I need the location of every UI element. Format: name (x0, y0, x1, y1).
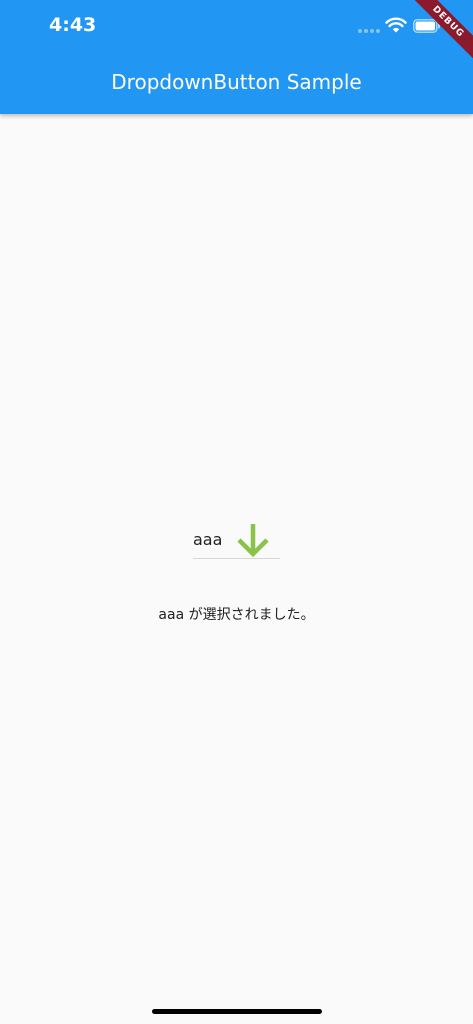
status-time: 4:43 (49, 14, 97, 36)
app-title: DropdownButton Sample (111, 70, 362, 94)
wifi-icon (385, 17, 407, 33)
dropdown-selected-value: aaa (193, 530, 223, 549)
arrow-down-icon (237, 524, 269, 558)
dropdown-button[interactable]: aaa (193, 518, 280, 559)
home-indicator[interactable] (152, 1009, 322, 1014)
signal-icon (358, 29, 380, 33)
selection-result-text: aaa が選択されました。 (158, 607, 315, 623)
debug-banner: DEBUG (403, 0, 473, 67)
app-bar: 4:43 DropdownButton Sample DEBUG (0, 0, 473, 114)
